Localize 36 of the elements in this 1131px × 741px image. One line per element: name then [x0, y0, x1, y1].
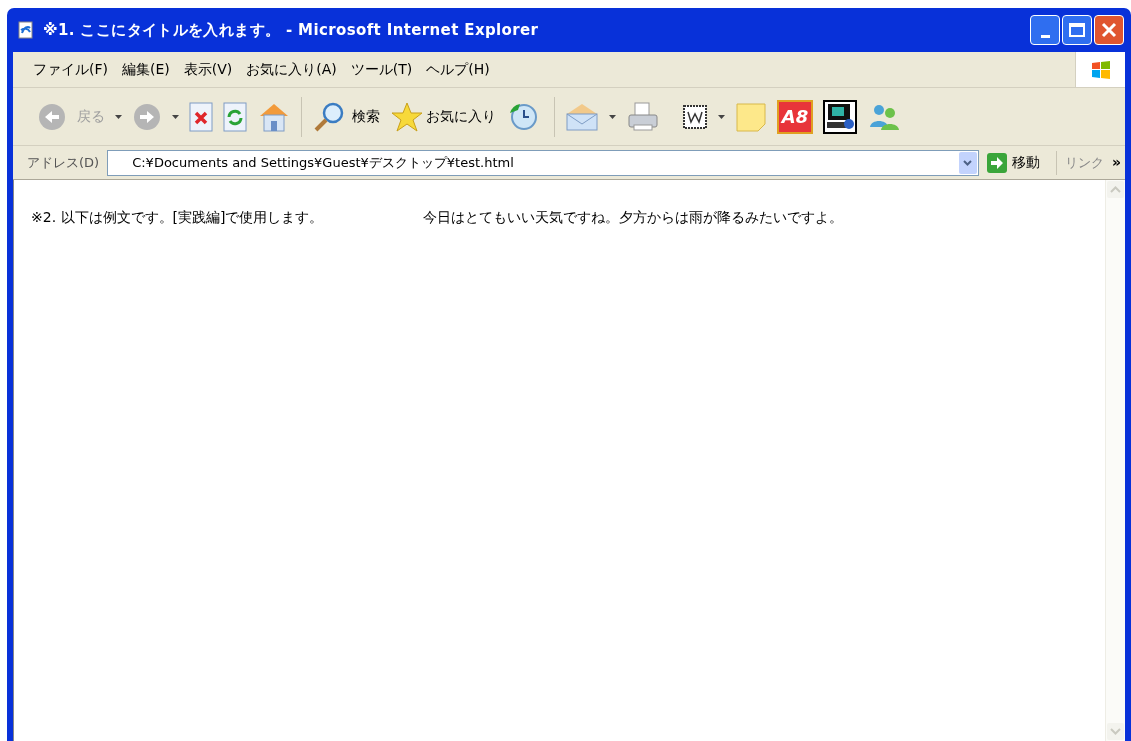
flag-logo-icon	[1089, 59, 1112, 80]
menu-item[interactable]: 表示(V)	[183, 59, 233, 80]
computer-icon[interactable]	[823, 99, 857, 134]
close-button[interactable]	[1094, 15, 1124, 45]
address-label: アドレス(D)	[27, 153, 100, 172]
window-title: ※1. ここにタイトルを入れます。 - Microsoft Internet Explorer	[43, 19, 540, 41]
maximize-button[interactable]	[1062, 15, 1092, 45]
address-field[interactable]: C:¥Documents and Settings¥Guest¥デスクトップ¥test.html	[107, 149, 979, 176]
menu-item[interactable]: 編集(E)	[122, 59, 170, 80]
caret-icon[interactable]	[609, 114, 616, 119]
printer-icon[interactable]	[626, 100, 660, 133]
dropdown-button[interactable]	[958, 151, 977, 174]
search-label[interactable]: 検索	[352, 106, 380, 127]
chevron-down-icon	[963, 159, 973, 166]
close-icon	[1101, 22, 1117, 38]
envelope-icon[interactable]	[565, 101, 599, 132]
menu-item[interactable]: ファイル(F)	[33, 59, 108, 80]
menu-item[interactable]: ツール(T)	[350, 59, 413, 80]
menu-item[interactable]: お気に入り(A)	[246, 59, 337, 80]
a8-icon[interactable]: A8	[777, 99, 813, 134]
stop-icon[interactable]	[189, 101, 213, 132]
caret-icon[interactable]	[718, 114, 725, 119]
body-text: ※2. 以下は例文です。[実践編]で使用します。	[31, 208, 324, 227]
caret-icon[interactable]	[115, 114, 122, 119]
favorites-label[interactable]: お気に入り	[426, 106, 496, 127]
search-icon[interactable]	[312, 100, 346, 133]
chevron-label[interactable]: »	[1111, 152, 1125, 173]
page-icon	[17, 21, 35, 39]
refresh-icon[interactable]	[223, 101, 247, 132]
body-text: 今日はとてもいい天気ですね。夕方からは雨が降るみたいですよ。	[423, 208, 844, 227]
menu-item[interactable]: ヘルプ(H)	[426, 59, 490, 80]
go-button[interactable]: 移動	[986, 152, 1040, 173]
caret-icon[interactable]	[172, 114, 179, 119]
document-icon[interactable]	[682, 103, 708, 130]
minimize-button[interactable]	[1030, 15, 1060, 45]
star-icon[interactable]	[390, 100, 424, 133]
